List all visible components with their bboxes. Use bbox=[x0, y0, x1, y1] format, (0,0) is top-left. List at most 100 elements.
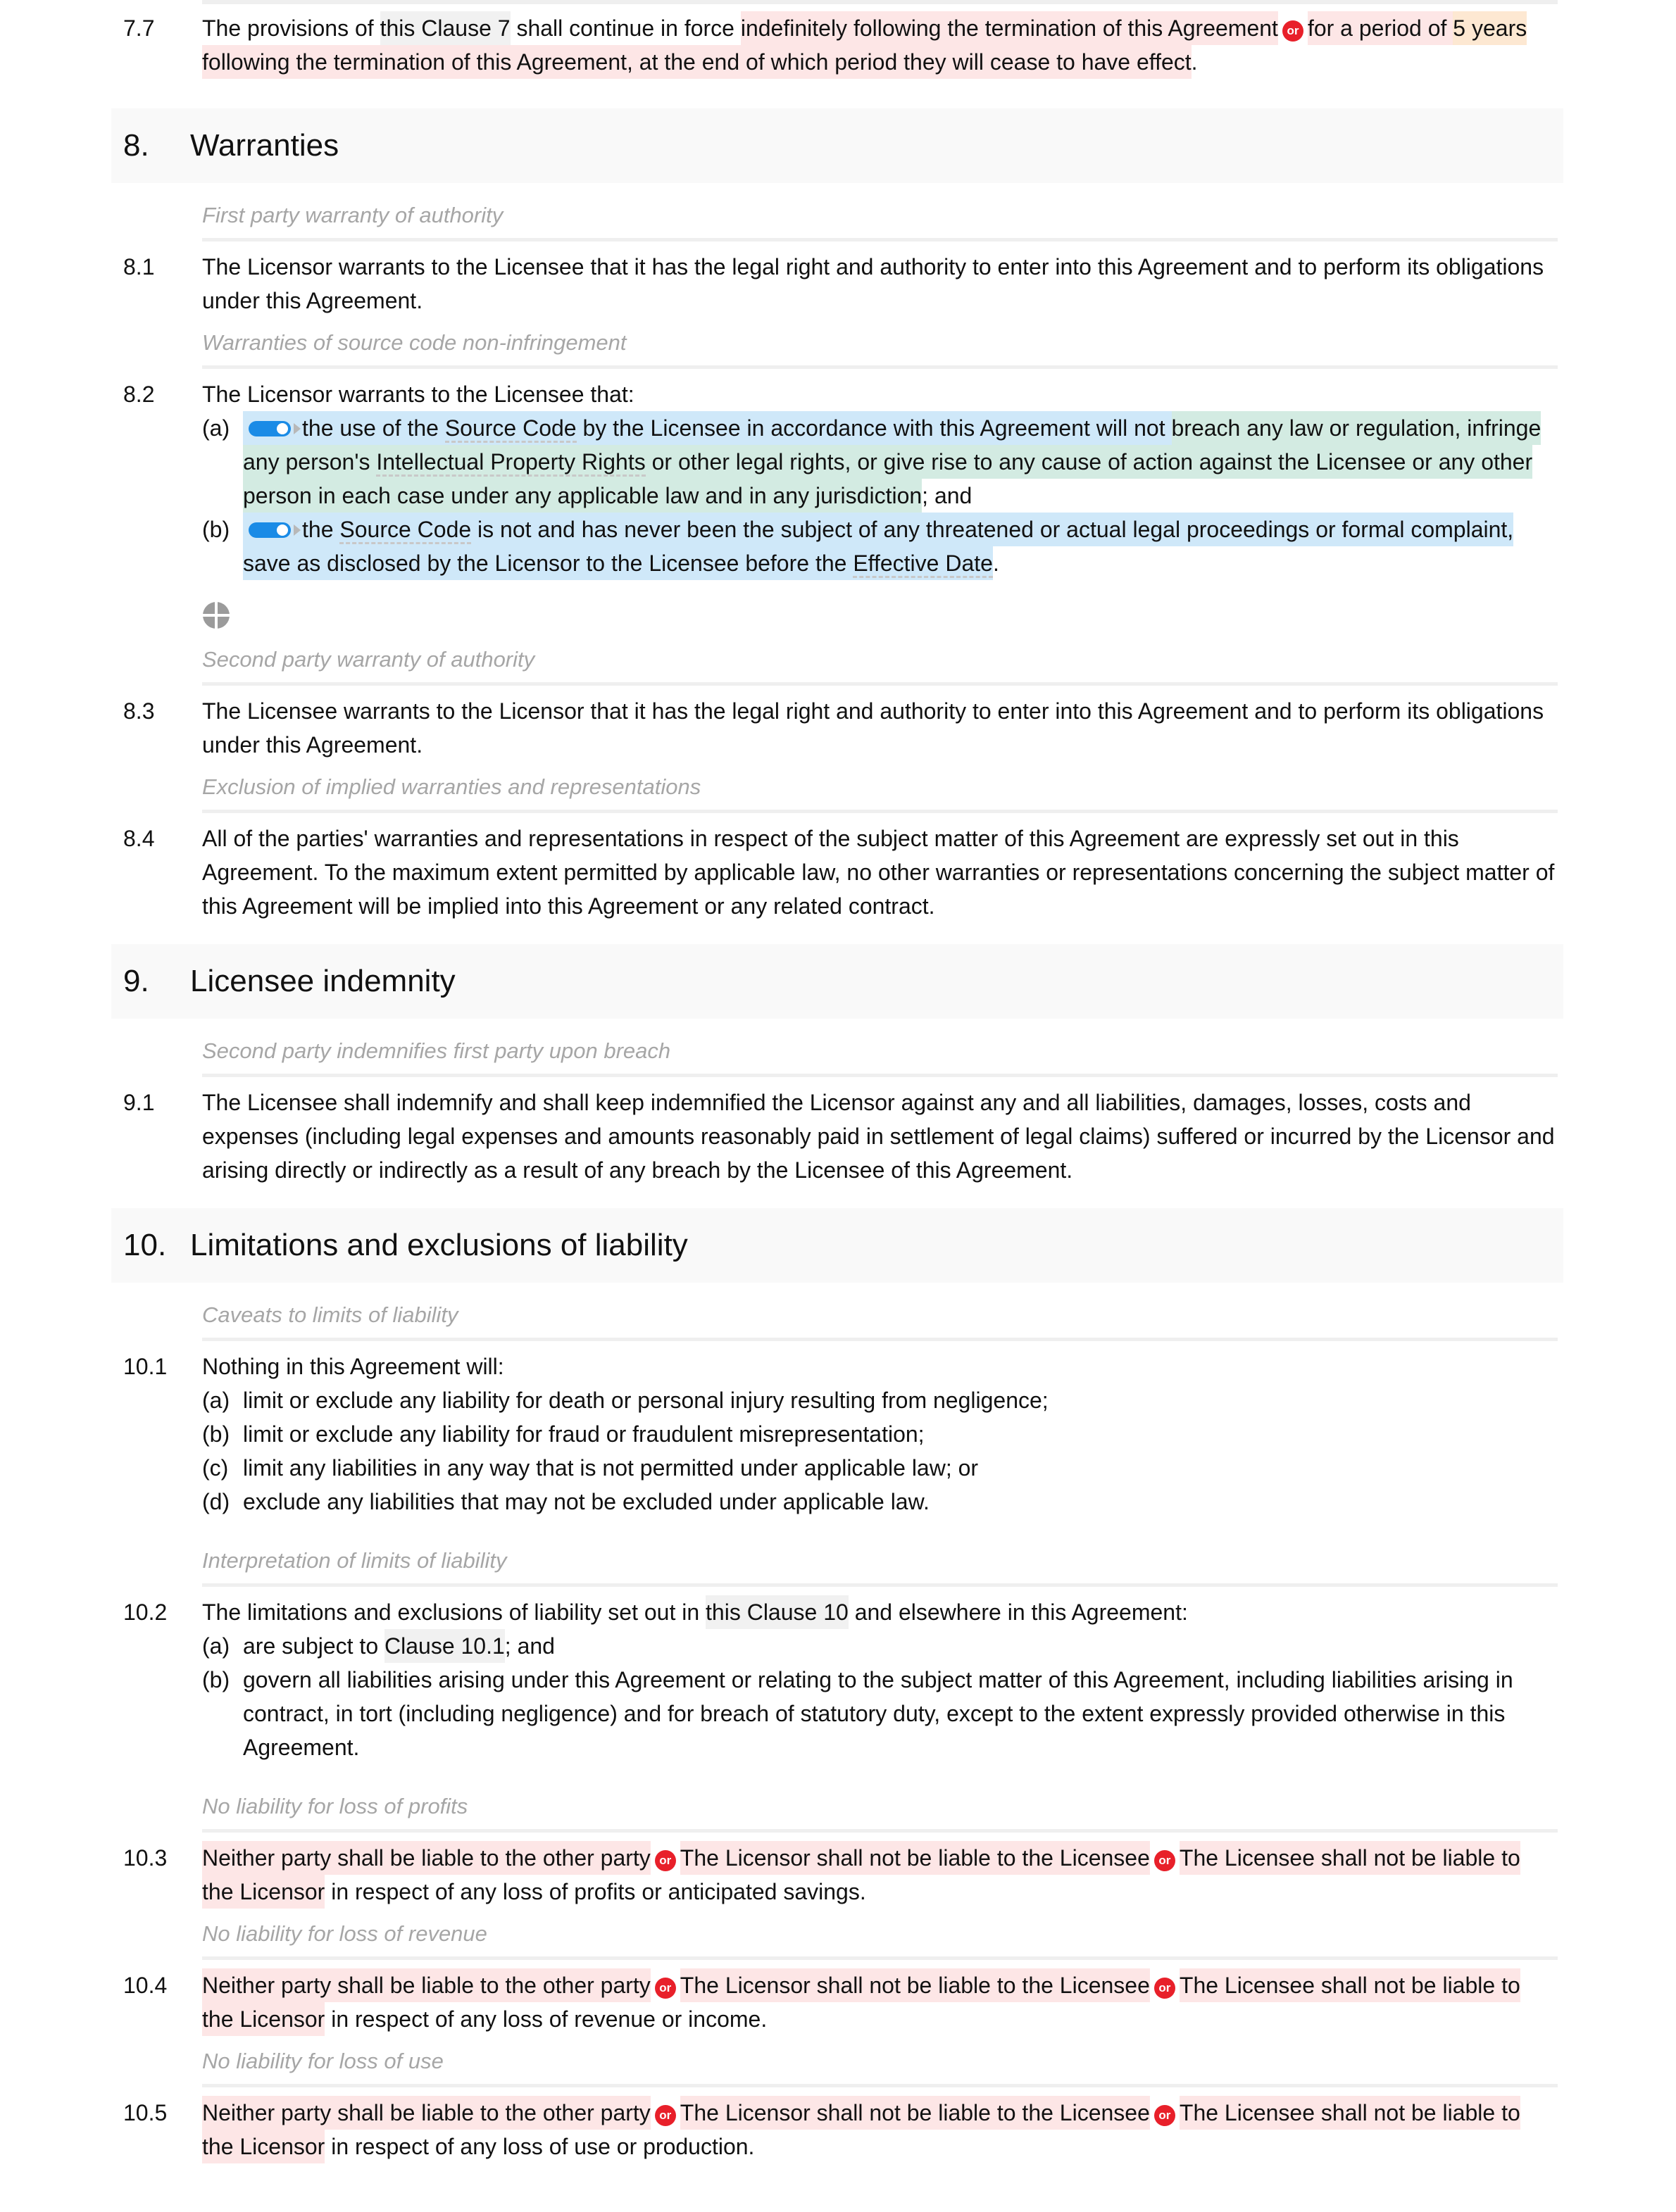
subclause-label: (b) bbox=[202, 1421, 230, 1447]
clause-text: The Licensor warrants to the Licensee th… bbox=[202, 254, 1544, 313]
clause-intro: The Licensor warrants to the Licensee th… bbox=[202, 382, 634, 407]
clause-caption: Second party indemnifies first party upo… bbox=[202, 1019, 1558, 1077]
optional-text-block: the Source Code is not and has never bee… bbox=[243, 513, 1514, 580]
clause-text: The Licensee warrants to the Licensor th… bbox=[202, 698, 1544, 758]
text: following the termination of this Agreem… bbox=[202, 49, 1192, 75]
clause-caption: Interpretation of limits of liability bbox=[202, 1519, 1558, 1587]
section-heading-licensee-indemnity: 9. Licensee indemnity bbox=[111, 944, 1563, 1019]
subclause-d: (d) exclude any liabilities that may not … bbox=[202, 1485, 1558, 1519]
clause-reference-link[interactable]: this Clause 7 bbox=[380, 11, 511, 45]
subclause-b: (b) the Source Code is not and has never… bbox=[202, 513, 1558, 580]
clause-number: 9.1 bbox=[123, 1090, 155, 1115]
clause-8-2: 8.2 The Licensor warrants to the License… bbox=[111, 377, 1563, 580]
clause-text: All of the parties' warranties and repre… bbox=[202, 826, 1555, 919]
clause-text: Neither party shall be liable to the oth… bbox=[202, 2096, 1563, 2163]
defined-term[interactable]: Intellectual Property Rights bbox=[376, 449, 646, 477]
clause-caption: No liability for loss of profits bbox=[202, 1764, 1558, 1833]
subclause-a: (a) the use of the Source Code by the Li… bbox=[202, 411, 1558, 513]
toggle-switch-icon[interactable] bbox=[249, 522, 291, 538]
add-clause-icon[interactable] bbox=[202, 601, 230, 629]
arrow-icon bbox=[294, 524, 301, 536]
subclause-a: (a) are subject to Clause 10.1; and bbox=[202, 1629, 1558, 1663]
arrow-icon bbox=[294, 423, 301, 434]
clause-number: 8.1 bbox=[123, 254, 155, 279]
defined-term[interactable]: Source Code bbox=[444, 415, 577, 443]
option-neither-party[interactable]: Neither party shall be liable to the oth… bbox=[202, 1841, 651, 1875]
text: and elsewhere in this Agreement: bbox=[848, 1600, 1188, 1625]
or-badge-icon[interactable]: or bbox=[654, 2105, 676, 2126]
optional-text-block: the use of the Source Code by the Licens… bbox=[243, 411, 1172, 445]
or-badge-icon[interactable]: or bbox=[654, 1850, 676, 1871]
subclause-text: limit or exclude any liability for death… bbox=[243, 1388, 1049, 1413]
section-title: Licensee indemnity bbox=[190, 964, 456, 998]
option-licensor[interactable]: The Licensor shall not be liable to the … bbox=[680, 1968, 1150, 2002]
clause-text: Neither party shall be liable to the oth… bbox=[202, 1968, 1563, 2036]
subclause-text: exclude any liabilities that may not be … bbox=[243, 1489, 930, 1514]
subclause-text: the Source Code is not and has never bee… bbox=[243, 513, 1558, 580]
clause-text: The provisions of this Clause 7 shall co… bbox=[202, 11, 1563, 79]
or-badge-icon[interactable]: or bbox=[1153, 2105, 1175, 2126]
text: ; and bbox=[922, 483, 973, 508]
clause-body: The Licensor warrants to the Licensee th… bbox=[202, 377, 1563, 580]
section-number: 9. bbox=[123, 964, 149, 998]
option-indefinitely[interactable]: indefinitely following the termination o… bbox=[740, 11, 1278, 45]
clause-8-4: 8.4 All of the parties' warranties and r… bbox=[111, 822, 1563, 923]
text: in each case under any applicable law an… bbox=[311, 483, 923, 508]
clause-reference-link[interactable]: Clause 10.1 bbox=[384, 1629, 505, 1663]
or-badge-icon[interactable]: or bbox=[654, 1978, 676, 1999]
clause-10-3: 10.3 Neither party shall be liable to th… bbox=[111, 1841, 1563, 1909]
agreement-document: 7.7 The provisions of this Clause 7 shal… bbox=[111, 0, 1563, 2163]
clause-text: Neither party shall be liable to the oth… bbox=[202, 1841, 1563, 1909]
text: for a period of bbox=[1307, 15, 1453, 41]
clause-text: The Licensee shall indemnify and shall k… bbox=[202, 1090, 1555, 1183]
defined-term[interactable]: Source Code bbox=[339, 517, 472, 544]
clause-10-1: 10.1 Nothing in this Agreement will: (a)… bbox=[111, 1350, 1563, 1519]
clause-number: 8.2 bbox=[123, 382, 155, 407]
clause-number: 10.1 bbox=[123, 1354, 168, 1379]
option-licensor[interactable]: The Licensor shall not be liable to the … bbox=[680, 2096, 1150, 2130]
subclause-b: (b) limit or exclude any liability for fr… bbox=[202, 1417, 1558, 1451]
clause-caption: First party warranty of authority bbox=[202, 183, 1558, 241]
clause-reference-link[interactable]: this Clause 10 bbox=[706, 1595, 849, 1629]
toggle-switch-icon[interactable] bbox=[249, 421, 291, 436]
or-badge-icon[interactable]: or bbox=[1153, 1978, 1175, 1999]
clause-number: 10.5 bbox=[123, 2100, 168, 2125]
separator bbox=[202, 0, 1558, 4]
text: in respect of any loss of revenue or inc… bbox=[325, 2006, 768, 2032]
section-heading-limitations: 10. Limitations and exclusions of liabil… bbox=[111, 1208, 1563, 1283]
subclause-b: (b) govern all liabilities arising under … bbox=[202, 1663, 1558, 1764]
subclause-label: (b) bbox=[202, 517, 230, 542]
clause-7-7: 7.7 The provisions of this Clause 7 shal… bbox=[111, 11, 1563, 79]
subclause-text: the use of the Source Code by the Licens… bbox=[243, 411, 1558, 513]
clause-body: Nothing in this Agreement will: (a) limit… bbox=[202, 1350, 1563, 1519]
clause-body: The limitations and exclusions of liabil… bbox=[202, 1595, 1563, 1764]
subclause-c: (c) limit any liabilities in any way that… bbox=[202, 1451, 1558, 1485]
clause-8-1: 8.1 The Licensor warrants to the License… bbox=[111, 250, 1563, 318]
subclause-a: (a) limit or exclude any liability for de… bbox=[202, 1383, 1558, 1417]
clause-caption: No liability for loss of use bbox=[202, 2036, 1558, 2087]
or-badge-icon[interactable]: or bbox=[1282, 20, 1303, 42]
option-neither-party[interactable]: Neither party shall be liable to the oth… bbox=[202, 2096, 651, 2130]
subclause-text: are subject to Clause 10.1; and bbox=[243, 1629, 1558, 1663]
clause-number: 8.3 bbox=[123, 698, 155, 724]
subclause-text: limit or exclude any liability for fraud… bbox=[243, 1421, 925, 1447]
section-title: Warranties bbox=[190, 128, 339, 163]
clause-number: 7.7 bbox=[123, 15, 155, 41]
subclause-label: (a) bbox=[202, 415, 230, 441]
option-neither-party[interactable]: Neither party shall be liable to the oth… bbox=[202, 1968, 651, 2002]
clause-number: 8.4 bbox=[123, 826, 155, 851]
text: by the Licensee in accordance with this … bbox=[576, 415, 1172, 441]
or-badge-icon[interactable]: or bbox=[1153, 1850, 1175, 1871]
clause-10-4: 10.4 Neither party shall be liable to th… bbox=[111, 1968, 1563, 2036]
subclause-text: govern all liabilities arising under thi… bbox=[243, 1667, 1513, 1760]
subclause-label: (a) bbox=[202, 1388, 230, 1413]
text: The provisions of bbox=[202, 15, 380, 41]
text: in respect of any loss of profits or ant… bbox=[325, 1879, 866, 1904]
clause-caption: Caveats to limits of liability bbox=[202, 1283, 1558, 1341]
clause-caption: Exclusion of implied warranties and repr… bbox=[202, 762, 1558, 813]
period-variable[interactable]: 5 years bbox=[1453, 11, 1527, 45]
clause-intro: The limitations and exclusions of liabil… bbox=[202, 1595, 1558, 1629]
option-licensor[interactable]: The Licensor shall not be liable to the … bbox=[680, 1841, 1150, 1875]
text: . bbox=[1191, 49, 1198, 75]
defined-term[interactable]: Effective Date bbox=[853, 551, 993, 578]
